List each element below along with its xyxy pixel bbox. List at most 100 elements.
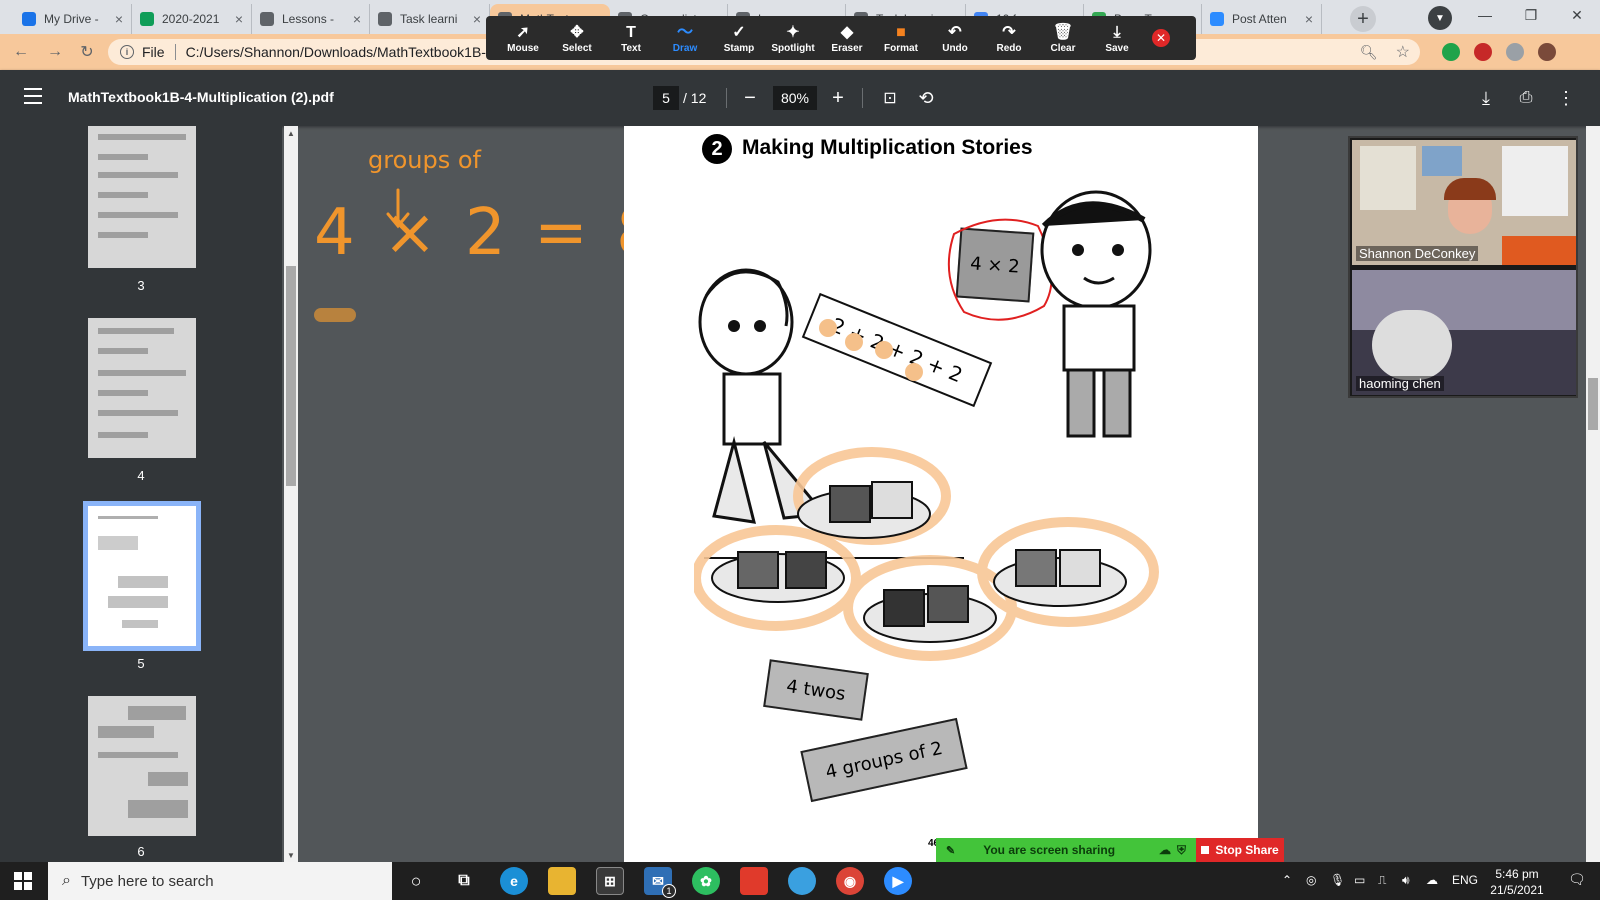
tray-language[interactable]: ENG [1452,873,1478,887]
tray-network-icon[interactable]: ⎍ [1378,873,1386,888]
annotation-tool-select[interactable]: ✥ Select [550,18,604,58]
main-scroll-thumb[interactable] [1588,378,1598,430]
main-scrollbar[interactable] [1586,126,1600,862]
scroll-down-icon[interactable]: ▼ [284,848,298,862]
spotlight-icon: ✦ [786,23,800,41]
zoom-out-icon[interactable]: − [736,84,764,112]
annotation-tool-label: Mouse [507,42,539,54]
tab-close-icon[interactable]: × [115,11,123,27]
thumbnail-page-3[interactable] [88,126,196,268]
page-total: / 12 [683,90,707,106]
zoom-magnifier-icon[interactable]: 🔍︎ [1360,44,1378,61]
move-icon: ✥ [570,23,584,41]
annotation-tool-undo[interactable]: ↶ Undo [928,18,982,58]
annotation-tool-clear[interactable]: 🗑 Clear [1036,18,1090,58]
tab-close-icon[interactable]: × [235,11,243,27]
tray-camera-icon[interactable]: ◎ [1306,873,1316,887]
annotation-tool-draw[interactable]: 〜 Draw [658,18,712,58]
thumbnail-label-6: 6 [137,844,145,859]
page-number-input[interactable]: 5 [653,86,679,110]
thumbnail-sidebar: 3 4 5 6 [0,126,282,862]
annotation-tool-save[interactable]: ⤓ Save [1090,18,1144,58]
annotation-tool-eraser[interactable]: ◆ Eraser [820,18,874,58]
fit-page-icon[interactable]: ⊡ [876,84,904,112]
taskbar-search-box[interactable]: ⌕ Type here to search [48,862,392,900]
format-color-icon: ■ [896,23,906,41]
tab-label: My Drive - [44,12,99,26]
browser-tab[interactable]: Lessons - × [252,4,370,34]
restore-button[interactable]: ❐ [1508,0,1554,30]
tutor-group-icon[interactable] [740,867,768,895]
back-icon[interactable]: ← [10,41,32,63]
thumbnail-page-5[interactable] [83,501,201,651]
cortana-icon[interactable]: ○ [402,867,430,895]
tab-search-button[interactable]: ▼ [1428,6,1452,30]
zoom-level-input[interactable]: 80% [773,86,817,110]
browser-tab[interactable]: Task learni × [370,4,490,34]
chrome-icon[interactable]: ◉ [836,867,864,895]
tab-close-icon[interactable]: × [473,11,481,27]
info-icon[interactable]: i [120,45,134,59]
tab-close-icon[interactable]: × [353,11,361,27]
stop-share-button[interactable]: Stop Share [1196,838,1284,862]
scroll-up-icon[interactable]: ▲ [284,126,298,140]
clock-time: 5:46 pm [1495,867,1539,881]
close-window-button[interactable]: ✕ [1554,0,1600,30]
extension-icon-ublock[interactable] [1474,43,1492,61]
annotation-tool-format[interactable]: ■ Format [874,18,928,58]
thumbnail-page-4[interactable] [88,318,196,458]
annotation-tool-mouse[interactable]: ➚ Mouse [496,18,550,58]
store-icon[interactable]: ⊞ [596,867,624,895]
bookmark-star-icon[interactable]: ☆ [1396,42,1410,62]
tray-mic-icon[interactable]: 🎙︎ [1330,873,1345,887]
more-options-icon[interactable]: ⋮ [1552,84,1580,112]
download-icon[interactable]: ⤓ [1472,84,1500,112]
sidebar-scroll-thumb[interactable] [286,266,296,486]
forward-icon[interactable]: → [44,41,66,63]
sidebar-scrollbar[interactable]: ▲ ▼ [284,126,298,862]
reload-icon[interactable]: ↻ [76,41,98,63]
tray-cloud-icon[interactable]: ☁ [1426,873,1438,887]
notification-icon[interactable]: 🗨︎ [1568,871,1586,888]
annotation-tool-spotlight[interactable]: ✦ Spotlight [766,18,820,58]
annotation-tool-stamp[interactable]: ✓ Stamp [712,18,766,58]
extension-icon-green[interactable] [1442,43,1460,61]
search-icon: ⌕ [62,872,71,889]
browser-tab[interactable]: My Drive - × [14,4,132,34]
windows-start-icon[interactable] [0,862,46,900]
profile-avatar[interactable] [1538,43,1556,61]
thumbnail-page-6[interactable] [88,696,196,836]
file-explorer-icon[interactable] [548,867,576,895]
browser-tab[interactable]: 2020-2021 × [132,4,252,34]
eraser-icon: ◆ [840,23,854,41]
edge-icon[interactable]: e [500,867,528,895]
screen-sharing-bar[interactable]: ✎ You are screen sharing ☁ ⛨ [936,838,1196,862]
browser-tab[interactable]: Post Atten × [1202,4,1322,34]
minimize-button[interactable]: — [1462,0,1508,30]
evernote-icon[interactable]: ✿ [692,867,720,895]
tutor-app-icon[interactable] [788,867,816,895]
zoom-in-icon[interactable]: + [824,84,852,112]
taskbar-clock[interactable]: 5:46 pm 21/5/2021 [1478,866,1556,898]
video-tile-student[interactable]: haoming chen [1352,270,1576,395]
illustration-plates [694,447,1159,661]
tray-chevron-icon[interactable]: ⌃ [1282,873,1292,887]
video-tile-host[interactable]: Shannon DeConkey [1352,140,1576,265]
new-tab-button[interactable]: + [1350,6,1376,32]
print-icon[interactable]: ⎙ [1512,84,1540,112]
tray-volume-icon[interactable]: 🔊︎ [1402,873,1410,888]
annotation-tool-redo[interactable]: ↷ Redo [982,18,1036,58]
tab-close-icon[interactable]: × [1305,11,1313,27]
extension-icon-puzzle[interactable] [1506,43,1524,61]
zoom-app-icon[interactable]: ▶ [884,867,912,895]
annotation-tool-label: Text [621,42,641,54]
windows-taskbar: ⌕ Type here to search ○ ⧉ e ⊞ ✉ 1 ✿ ◉ ▶ … [0,862,1600,900]
rotate-icon[interactable]: ⟲ [912,84,940,112]
menu-icon[interactable] [24,88,42,108]
trash-icon: 🗑 [1052,23,1074,41]
tray-battery-icon[interactable]: ▭ [1354,873,1365,887]
task-view-icon[interactable]: ⧉ [450,867,478,895]
close-annotation-icon[interactable]: ✕ [1152,29,1170,47]
annotation-tool-text[interactable]: T Text [604,18,658,58]
share-handle-icon[interactable]: ✎ [946,844,955,857]
